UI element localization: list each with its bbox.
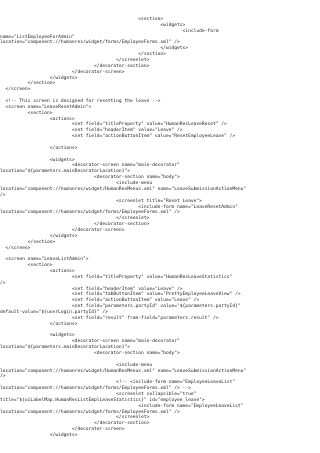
xml-code-page: <section> <widgets> <include-form name="L… <box>0 0 320 453</box>
code-line: </widgets> <box>0 433 78 439</box>
